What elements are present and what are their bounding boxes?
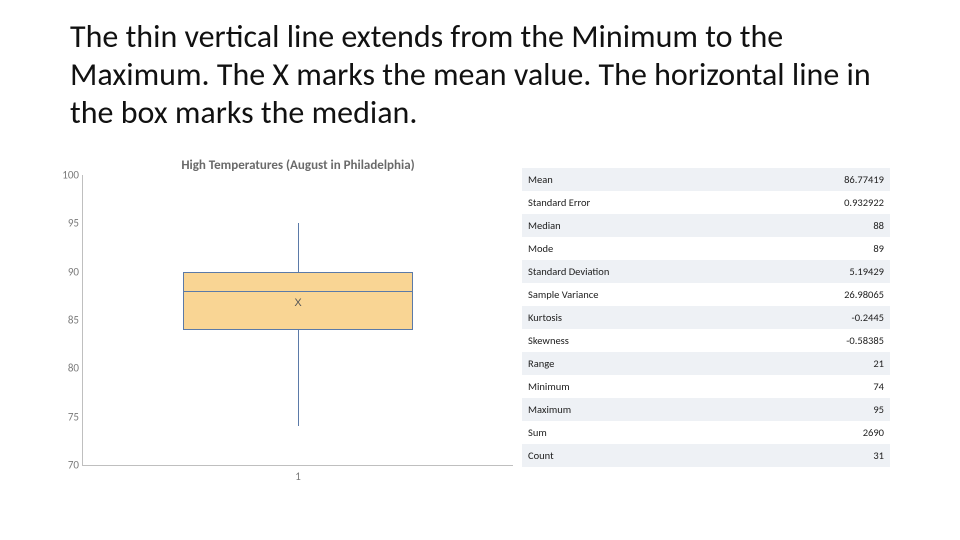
stat-label: Skewness [522,329,758,352]
x-axis-category: 1 [83,470,513,483]
stat-value: 5.19429 [758,260,890,283]
stat-label: Mean [522,168,758,191]
table-row: Median88 [522,214,890,237]
stat-label: Standard Error [522,191,758,214]
stat-value: -0.58385 [758,329,890,352]
stat-label: Median [522,214,758,237]
stat-value: 21 [758,352,890,375]
stat-value: 89 [758,237,890,260]
table-row: Kurtosis-0.2445 [522,306,890,329]
y-tick-label: 95 [53,217,79,230]
stat-label: Sample Variance [522,283,758,306]
y-tick-label: 90 [53,265,79,278]
stat-value: 74 [758,375,890,398]
stat-label: Range [522,352,758,375]
y-tick-label: 75 [53,410,79,423]
table-row: Range21 [522,352,890,375]
stat-value: 26.98065 [758,283,890,306]
y-tick-label: 70 [53,459,79,472]
stat-label: Sum [522,421,758,444]
table-row: Count31 [522,444,890,467]
table-row: Standard Error0.932922 [522,191,890,214]
stat-value: 2690 [758,421,890,444]
stat-value: 88 [758,214,890,237]
stat-value: 95 [758,398,890,421]
table-row: Sum2690 [522,421,890,444]
stat-value: 31 [758,444,890,467]
boxplot-mean-mark: X [294,297,301,309]
stat-label: Mode [522,237,758,260]
stat-label: Kurtosis [522,306,758,329]
table-row: Skewness-0.58385 [522,329,890,352]
boxplot-chart: High Temperatures (August in Philadelphi… [78,158,518,488]
boxplot-median-line [183,291,413,292]
y-tick-label: 85 [53,314,79,327]
y-tick-label: 80 [53,362,79,375]
y-tick-label: 100 [53,169,79,182]
stat-value: -0.2445 [758,306,890,329]
table-row: Maximum95 [522,398,890,421]
table-row: Mean86.77419 [522,168,890,191]
slide-title: The thin vertical line extends from the … [70,18,890,131]
statistics-table: Mean86.77419Standard Error0.932922Median… [522,168,890,467]
chart-title: High Temperatures (August in Philadelphi… [78,158,518,173]
stat-label: Standard Deviation [522,260,758,283]
table-row: Sample Variance26.98065 [522,283,890,306]
stat-label: Minimum [522,375,758,398]
table-row: Minimum74 [522,375,890,398]
stat-label: Count [522,444,758,467]
stat-value: 86.77419 [758,168,890,191]
table-row: Standard Deviation5.19429 [522,260,890,283]
table-row: Mode89 [522,237,890,260]
plot-area: 1 707580859095100X [82,175,513,466]
stat-value: 0.932922 [758,191,890,214]
slide: The thin vertical line extends from the … [0,0,960,540]
stat-label: Maximum [522,398,758,421]
